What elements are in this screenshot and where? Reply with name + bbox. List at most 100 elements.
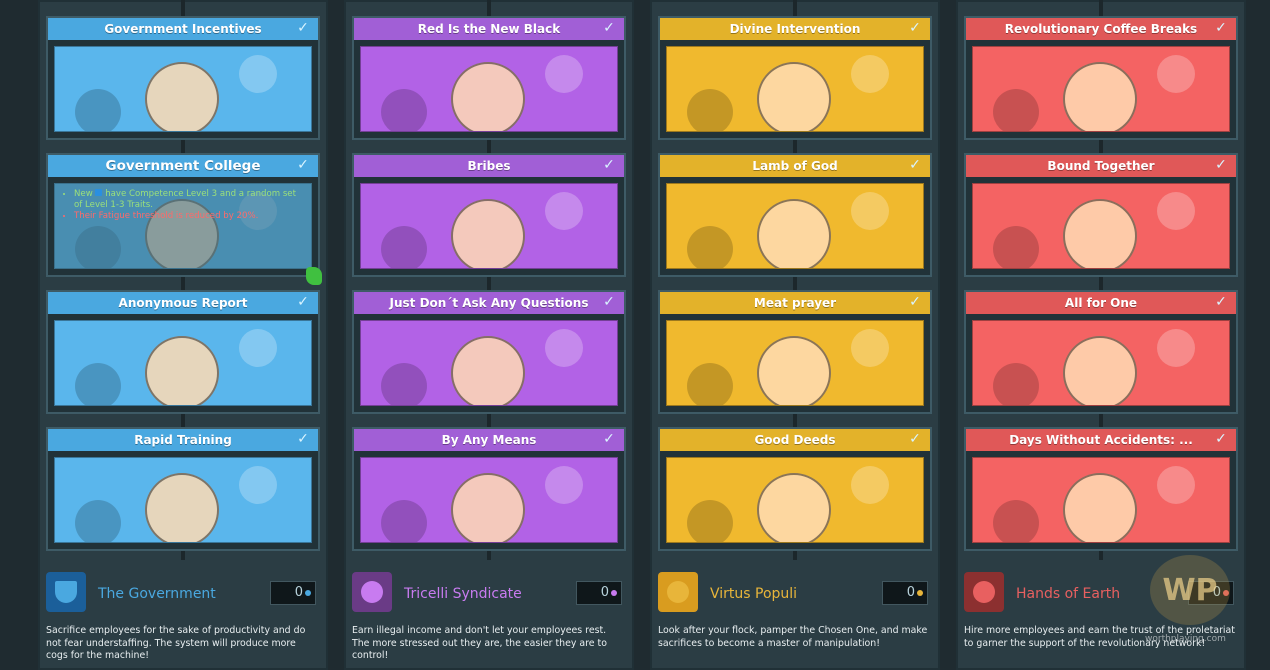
perk-card-title: Days Without Accidents: ... (966, 429, 1236, 451)
art-character (1062, 62, 1137, 131)
perk-card[interactable]: Anonymous Report ✓ (46, 290, 320, 414)
perk-card[interactable]: Days Without Accidents: ... ✓ (964, 427, 1238, 551)
art-shape (381, 500, 428, 542)
faction-points-counter: 0 (270, 581, 316, 605)
perk-card-art (666, 320, 924, 406)
perk-card-title: Government Incentives (48, 18, 318, 40)
perk-card[interactable]: Revolutionary Coffee Breaks ✓ (964, 16, 1238, 140)
perk-card-title: Meat prayer (660, 292, 930, 314)
shield-icon (46, 572, 86, 612)
points-icon (917, 589, 923, 596)
checkmark-icon: ✓ (603, 20, 615, 36)
checkmark-icon: ✓ (909, 20, 921, 36)
art-shape (545, 466, 584, 505)
perk-card[interactable]: Lamb of God ✓ (658, 153, 932, 277)
checkmark-icon: ✓ (909, 431, 921, 447)
faction-name: Hands of Earth (1016, 586, 1121, 602)
checkmark-icon: ✓ (603, 431, 615, 447)
perk-tooltip: New have Competence Level 3 and a random… (54, 183, 312, 269)
hand-cursor-icon (306, 267, 322, 285)
faction-points-value: 0 (600, 585, 609, 600)
perk-card-title: Good Deeds (660, 429, 930, 451)
perk-card[interactable]: Just Don´t Ask Any Questions ✓ (352, 290, 626, 414)
checkmark-icon: ✓ (297, 157, 309, 173)
art-shape (851, 466, 890, 505)
art-shape (381, 226, 428, 268)
perk-card[interactable]: Good Deeds ✓ (658, 427, 932, 551)
art-character (756, 199, 831, 268)
tooltip-text: have Competence Level 3 and a random set… (74, 189, 296, 210)
faction-description: Earn illegal income and don't let your e… (352, 625, 607, 661)
perk-card[interactable]: By Any Means ✓ (352, 427, 626, 551)
art-shape (239, 55, 278, 94)
watermark-url: worthplaying.com (1145, 634, 1226, 644)
perk-card-art (54, 46, 312, 132)
perk-card[interactable]: All for One ✓ (964, 290, 1238, 414)
perk-card[interactable]: Rapid Training ✓ (46, 427, 320, 551)
checkmark-icon: ✓ (297, 294, 309, 310)
perk-card[interactable]: Bribes ✓ (352, 153, 626, 277)
perk-card[interactable]: Government Incentives ✓ (46, 16, 320, 140)
perk-card-art (666, 46, 924, 132)
art-shape (381, 89, 428, 131)
art-character (1062, 473, 1137, 542)
perk-card[interactable]: Red Is the New Black ✓ (352, 16, 626, 140)
perk-card[interactable]: Meat prayer ✓ (658, 290, 932, 414)
perk-card[interactable]: Bound Together ✓ (964, 153, 1238, 277)
points-icon (305, 589, 311, 596)
art-character (756, 473, 831, 542)
checkmark-icon: ✓ (909, 294, 921, 310)
art-character (756, 336, 831, 405)
watermark-logo: WP (1150, 555, 1230, 625)
perk-card-art (54, 320, 312, 406)
emblem-glyph (973, 581, 995, 603)
art-shape (993, 226, 1040, 268)
faction-description: Sacrifice employees for the sake of prod… (46, 625, 306, 661)
art-shape (687, 363, 734, 405)
art-shape (545, 192, 584, 231)
tooltip-line-competence: New have Competence Level 3 and a random… (74, 189, 304, 211)
globe-hands-icon (964, 572, 1004, 612)
art-shape (993, 500, 1040, 542)
art-shape (1157, 466, 1196, 505)
employee-icon (95, 189, 103, 196)
checkmark-icon: ✓ (603, 157, 615, 173)
tooltip-line-fatigue: Their Fatigue threshold is reduced by 20… (74, 211, 304, 222)
emblem-glyph (667, 581, 689, 603)
perk-card-art (360, 183, 618, 269)
perk-card-art (360, 457, 618, 543)
perk-card-art (972, 46, 1230, 132)
art-shape (993, 89, 1040, 131)
perk-card[interactable]: Divine Intervention ✓ (658, 16, 932, 140)
faction-points-value: 0 (294, 585, 303, 600)
art-character (756, 62, 831, 131)
faction-name: Tricelli Syndicate (404, 586, 522, 602)
art-shape (687, 89, 734, 131)
cross-book-icon (658, 572, 698, 612)
faction-points-counter: 0 (576, 581, 622, 605)
faction-points-value: 0 (906, 585, 915, 600)
perk-card-title: All for One (966, 292, 1236, 314)
perk-card-art (972, 320, 1230, 406)
perk-card-title: Lamb of God (660, 155, 930, 177)
checkmark-icon: ✓ (1215, 157, 1227, 173)
perk-card-art (972, 183, 1230, 269)
art-character (1062, 199, 1137, 268)
art-shape (545, 55, 584, 94)
perk-card-art (360, 46, 618, 132)
checkmark-icon: ✓ (297, 431, 309, 447)
perk-card-title: Divine Intervention (660, 18, 930, 40)
perk-card-art (666, 457, 924, 543)
rose-icon (352, 572, 392, 612)
emblem-glyph (55, 581, 77, 603)
art-shape (1157, 55, 1196, 94)
faction-panel: The Government 0 Sacrifice employees for t… (38, 570, 328, 670)
faction-description: Look after your flock, pamper the Chosen… (658, 625, 928, 649)
tooltip-text: New (74, 189, 93, 199)
faction-name: The Government (98, 586, 216, 602)
art-shape (1157, 192, 1196, 231)
perk-card[interactable]: Government College✓ New have Competence L… (46, 153, 322, 285)
art-character (450, 199, 525, 268)
art-shape (851, 192, 890, 231)
art-shape (1157, 329, 1196, 368)
